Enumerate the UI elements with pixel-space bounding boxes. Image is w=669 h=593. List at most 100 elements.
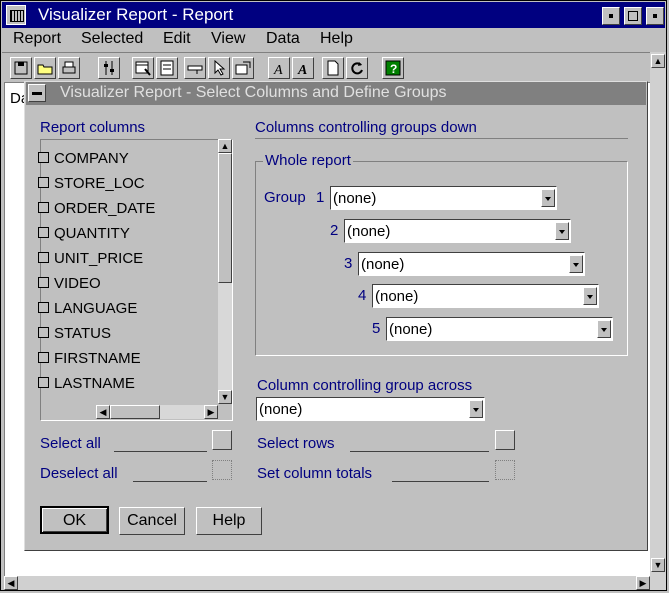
svg-text:A: A bbox=[297, 63, 307, 76]
group-across-combo[interactable]: (none) bbox=[256, 397, 485, 421]
title-bar[interactable]: Visualizer Report - Report bbox=[2, 2, 665, 28]
pointer-icon bbox=[214, 60, 226, 76]
main-horizontal-scrollbar[interactable]: ◀ ▶ bbox=[4, 576, 666, 590]
checkbox[interactable] bbox=[38, 327, 49, 338]
maximize-button[interactable] bbox=[624, 7, 642, 25]
list-scroll-up-icon[interactable]: ▲ bbox=[218, 139, 232, 153]
help-button[interactable]: Help bbox=[196, 507, 262, 535]
dropdown-arrow-icon[interactable] bbox=[583, 287, 597, 305]
menu-help[interactable]: Help bbox=[320, 30, 353, 48]
minimize-button[interactable] bbox=[602, 7, 620, 25]
menu-data[interactable]: Data bbox=[266, 30, 300, 48]
list-scroll-thumb[interactable] bbox=[218, 153, 232, 283]
group-4-combo[interactable]: (none) bbox=[372, 284, 599, 308]
list-item[interactable]: COMPANY bbox=[38, 150, 129, 167]
listbox-horizontal-scrollbar[interactable]: ◀ ▶ bbox=[96, 405, 218, 419]
restore-button[interactable] bbox=[646, 7, 664, 25]
menu-edit[interactable]: Edit bbox=[163, 30, 191, 48]
menu-report[interactable]: Report bbox=[13, 30, 61, 48]
list-item[interactable]: VIDEO bbox=[38, 275, 101, 292]
export-icon bbox=[235, 61, 251, 75]
menu-selected[interactable]: Selected bbox=[81, 30, 143, 48]
scroll-up-arrow-icon[interactable]: ▲ bbox=[651, 54, 665, 68]
checkbox[interactable] bbox=[38, 352, 49, 363]
scroll-left-arrow-icon[interactable]: ◀ bbox=[4, 576, 18, 590]
folder-icon bbox=[37, 64, 53, 75]
group-1-number: 1 bbox=[316, 189, 325, 206]
list-item[interactable]: UNIT_PRICE bbox=[38, 250, 143, 267]
dropdown-arrow-icon[interactable] bbox=[555, 222, 569, 240]
report-columns-label: Report columns bbox=[40, 119, 146, 136]
export-tool[interactable] bbox=[232, 57, 254, 79]
cancel-button[interactable]: Cancel bbox=[119, 507, 185, 535]
checkbox[interactable] bbox=[38, 252, 49, 263]
whole-report-label: Whole report bbox=[263, 152, 353, 169]
select-all-button[interactable] bbox=[212, 430, 232, 450]
pointer-tool[interactable] bbox=[208, 57, 230, 79]
toolbar: A A ? bbox=[2, 52, 665, 83]
checkbox[interactable] bbox=[38, 227, 49, 238]
dropdown-arrow-icon[interactable] bbox=[597, 320, 611, 338]
ok-button[interactable]: OK bbox=[40, 506, 109, 534]
select-rows-rule bbox=[350, 451, 489, 452]
listbox-vertical-scrollbar[interactable]: ▲ ▼ bbox=[218, 139, 232, 404]
select-rows-button[interactable] bbox=[495, 430, 515, 450]
dropdown-arrow-icon[interactable] bbox=[469, 400, 483, 418]
set-column-totals-label: Set column totals bbox=[257, 465, 373, 482]
select-rows-label: Select rows bbox=[257, 435, 335, 452]
group-5-combo[interactable]: (none) bbox=[386, 317, 613, 341]
main-vertical-scrollbar[interactable]: ▲ ▼ bbox=[650, 52, 666, 576]
groups-down-separator bbox=[255, 138, 628, 139]
scroll-right-arrow-icon[interactable]: ▶ bbox=[636, 576, 650, 590]
table-tool[interactable] bbox=[132, 57, 154, 79]
scroll-down-arrow-icon[interactable]: ▼ bbox=[651, 558, 665, 572]
list-item[interactable]: LASTNAME bbox=[38, 375, 135, 392]
group-2-number: 2 bbox=[330, 222, 339, 239]
dropdown-arrow-icon[interactable] bbox=[569, 255, 583, 273]
list-item[interactable]: STORE_LOC bbox=[38, 175, 145, 192]
help-tool[interactable]: ? bbox=[382, 57, 404, 79]
checkbox[interactable] bbox=[38, 377, 49, 388]
list-item[interactable]: STATUS bbox=[38, 325, 111, 342]
settings-tool[interactable] bbox=[98, 57, 120, 79]
form-tool[interactable] bbox=[156, 57, 178, 79]
dialog-title-bar[interactable]: ▬ Visualizer Report - Select Columns and… bbox=[26, 82, 646, 105]
font-tool[interactable]: A bbox=[268, 57, 290, 79]
list-item[interactable]: LANGUAGE bbox=[38, 300, 137, 317]
open-tool[interactable] bbox=[34, 57, 56, 79]
checkbox[interactable] bbox=[38, 202, 49, 213]
list-scroll-down-icon[interactable]: ▼ bbox=[218, 390, 232, 404]
checkbox[interactable] bbox=[38, 177, 49, 188]
refresh-tool[interactable] bbox=[346, 57, 368, 79]
set-column-totals-button[interactable] bbox=[495, 460, 515, 480]
deselect-all-button[interactable] bbox=[212, 460, 232, 480]
save-tool[interactable] bbox=[10, 57, 32, 79]
svg-text:?: ? bbox=[390, 62, 397, 76]
key-tool[interactable] bbox=[184, 57, 206, 79]
font-style-tool[interactable]: A bbox=[292, 57, 314, 79]
list-scroll-right-icon[interactable]: ▶ bbox=[204, 405, 218, 419]
dropdown-arrow-icon[interactable] bbox=[541, 189, 555, 207]
printer-icon bbox=[62, 61, 76, 74]
menu-view[interactable]: View bbox=[211, 30, 245, 48]
checkbox[interactable] bbox=[38, 152, 49, 163]
list-scroll-left-icon[interactable]: ◀ bbox=[96, 405, 110, 419]
page-tool[interactable] bbox=[322, 57, 344, 79]
list-hscroll-thumb[interactable] bbox=[110, 405, 160, 419]
print-tool[interactable] bbox=[58, 57, 80, 79]
list-item[interactable]: QUANTITY bbox=[38, 225, 130, 242]
table-icon bbox=[135, 61, 151, 76]
dialog-title: Visualizer Report - Select Columns and D… bbox=[60, 84, 447, 101]
group-3-combo[interactable]: (none) bbox=[358, 252, 585, 276]
checkbox[interactable] bbox=[38, 302, 49, 313]
dialog-system-menu-icon[interactable]: ▬ bbox=[28, 84, 46, 102]
checkbox[interactable] bbox=[38, 277, 49, 288]
group-2-combo[interactable]: (none) bbox=[344, 219, 571, 243]
form-icon bbox=[160, 60, 174, 76]
floppy-icon bbox=[14, 61, 28, 75]
list-item[interactable]: FIRSTNAME bbox=[38, 350, 141, 367]
system-menu-icon[interactable] bbox=[6, 5, 26, 25]
group-1-combo[interactable]: (none) bbox=[330, 186, 557, 210]
key-icon bbox=[187, 65, 203, 74]
list-item[interactable]: ORDER_DATE bbox=[38, 200, 204, 217]
